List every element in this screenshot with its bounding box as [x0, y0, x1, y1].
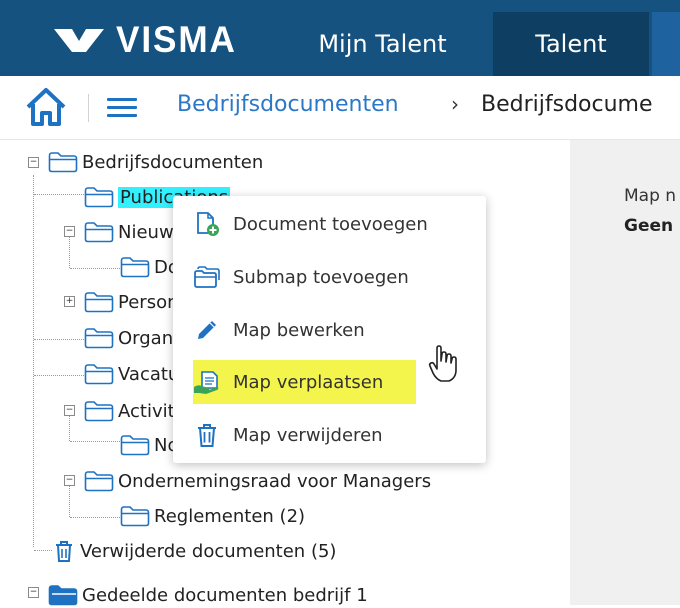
move-folder-icon — [193, 368, 221, 396]
divider — [88, 94, 89, 122]
detail-label: Map n — [624, 186, 677, 206]
tab-talent[interactable]: Talent — [493, 12, 649, 76]
menu-item-label: Map verwijderen — [233, 424, 383, 446]
folder-add-icon — [193, 263, 221, 291]
tree-node-label: Bedrijfsdocumenten — [82, 151, 264, 173]
visma-logo[interactable]: VISMA — [52, 19, 243, 60]
tree-connector — [33, 175, 34, 547]
folder-icon — [84, 221, 114, 243]
trash-icon — [193, 421, 221, 449]
tree-connector — [34, 194, 84, 195]
hamburger-menu-icon[interactable] — [107, 98, 137, 118]
tree-connector — [70, 441, 120, 442]
top-navigation-bar: VISMA Mijn Talent Talent — [0, 0, 680, 76]
tree-node-verwijderde-documenten[interactable]: Verwijderde documenten (5) — [52, 538, 336, 564]
tree-node-label: Verwijderde documenten (5) — [80, 540, 337, 562]
pencil-icon — [193, 316, 221, 344]
menu-item-submap-toevoegen[interactable]: Submap toevoegen — [173, 257, 486, 297]
tree-node-ondernemingsraad[interactable]: Ondernemingsraad voor Managers — [84, 468, 431, 494]
tree-node-reglementen[interactable]: Reglementen (2) — [120, 503, 305, 529]
tab-mijn-talent[interactable]: Mijn Talent — [283, 12, 482, 76]
tree-connector — [69, 236, 70, 268]
folder-icon — [120, 434, 150, 456]
menu-item-label: Map bewerken — [233, 319, 365, 341]
tree-connector — [70, 517, 120, 518]
tree-node-gedeelde-documenten[interactable]: Gedeelde documenten bedrijf 1 — [48, 582, 368, 608]
tab-next[interactable] — [652, 12, 680, 76]
tree-connector — [34, 375, 84, 376]
folder-icon — [84, 363, 114, 385]
menu-item-label: Submap toevoegen — [233, 266, 409, 288]
folder-icon — [84, 470, 114, 492]
tree-connector — [69, 485, 70, 517]
context-menu: Document toevoegen Submap toevoegen Map … — [173, 196, 486, 463]
menu-item-label: Map verplaatsen — [233, 371, 384, 393]
breadcrumb-separator: › — [451, 92, 459, 116]
folder-icon — [120, 505, 150, 527]
trash-icon — [56, 541, 72, 562]
tree-node-label: Gedeelde documenten bedrijf 1 — [82, 584, 368, 606]
menu-item-document-toevoegen[interactable]: Document toevoegen — [173, 204, 486, 244]
collapse-toggle[interactable]: − — [64, 226, 75, 237]
tree-connector — [34, 550, 52, 551]
folder-icon — [84, 291, 114, 313]
tree-connector — [70, 268, 120, 269]
folder-icon — [48, 151, 78, 173]
collapse-toggle[interactable]: − — [28, 587, 39, 598]
folder-icon — [84, 400, 114, 422]
collapse-toggle[interactable]: − — [28, 157, 39, 168]
tree-node-label: Reglementen (2) — [154, 505, 306, 527]
menu-item-label: Document toevoegen — [233, 213, 428, 235]
menu-item-map-verwijderen[interactable]: Map verwijderen — [173, 415, 486, 455]
shared-folder-icon — [48, 585, 78, 606]
folder-icon — [84, 327, 114, 349]
tree-connector — [69, 415, 70, 441]
collapse-toggle[interactable]: − — [64, 475, 75, 486]
document-add-icon — [193, 210, 221, 238]
breadcrumb-link[interactable]: Bedrijfsdocumenten — [177, 92, 399, 117]
expand-toggle[interactable]: + — [64, 296, 75, 307]
collapse-toggle[interactable]: − — [64, 405, 75, 416]
folder-icon — [120, 256, 150, 278]
detail-panel: Map n Geen — [570, 140, 680, 605]
visma-swoosh-icon — [54, 29, 104, 52]
home-icon[interactable] — [24, 85, 68, 133]
tree-connector — [34, 339, 84, 340]
tree-node-bedrijfsdocumenten[interactable]: Bedrijfsdocumenten — [48, 149, 263, 175]
menu-item-map-bewerken[interactable]: Map bewerken — [173, 310, 486, 350]
folder-icon — [84, 186, 114, 208]
tree-node-label: Ondernemingsraad voor Managers — [118, 470, 432, 492]
brand-name: VISMA — [116, 19, 237, 60]
breadcrumb-bar: Bedrijfsdocumenten › Bedrijfsdocume — [0, 76, 680, 140]
breadcrumb-current: Bedrijfsdocume — [481, 92, 653, 117]
detail-value: Geen — [624, 216, 674, 236]
hand-cursor-icon — [428, 345, 460, 389]
